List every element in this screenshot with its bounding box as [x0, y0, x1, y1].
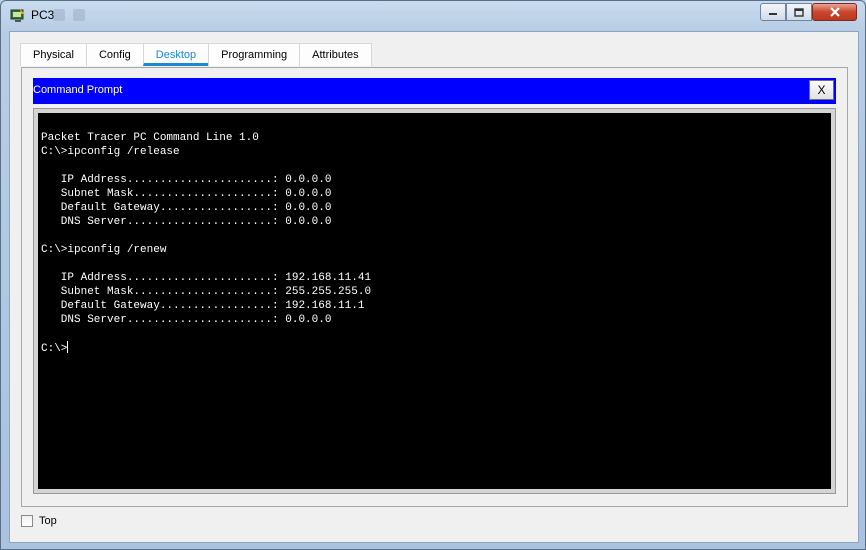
- tab-programming[interactable]: Programming: [208, 43, 301, 66]
- terminal-prompt: C:\>: [41, 343, 68, 355]
- pc3-window: PC3 Physical Config Desktop Programming …: [0, 0, 866, 550]
- tab-attributes[interactable]: Attributes: [299, 43, 372, 66]
- terminal-line: DNS Server......................: 0.0.0.…: [41, 216, 332, 228]
- terminal-line: Subnet Mask.....................: 255.25…: [41, 286, 372, 298]
- tab-desktop[interactable]: Desktop: [142, 43, 210, 66]
- maximize-icon: [794, 7, 804, 17]
- title-bar[interactable]: PC3: [1, 1, 865, 31]
- maximize-button[interactable]: [786, 3, 812, 21]
- tab-config[interactable]: Config: [85, 43, 144, 66]
- top-checkbox-label[interactable]: Top: [39, 515, 57, 527]
- command-prompt-title: Command Prompt: [33, 84, 123, 96]
- close-icon: [829, 7, 840, 17]
- minimize-button[interactable]: [760, 3, 786, 21]
- minimize-icon: [769, 13, 777, 15]
- terminal-line: Default Gateway.................: 192.16…: [41, 300, 365, 312]
- top-option: Top: [21, 515, 57, 527]
- terminal-line: Subnet Mask.....................: 0.0.0.…: [41, 188, 332, 200]
- terminal-frame: Packet Tracer PC Command Line 1.0 C:\>ip…: [33, 108, 836, 494]
- close-button[interactable]: [812, 3, 857, 21]
- window-client-area: Physical Config Desktop Programming Attr…: [9, 31, 859, 543]
- terminal-line: DNS Server......................: 0.0.0.…: [41, 314, 332, 326]
- tab-bar: Physical Config Desktop Programming Attr…: [20, 43, 372, 67]
- command-prompt-close-button[interactable]: X: [809, 80, 834, 100]
- terminal-line: IP Address......................: 192.16…: [41, 272, 372, 284]
- top-checkbox[interactable]: [21, 515, 33, 527]
- terminal-output[interactable]: Packet Tracer PC Command Line 1.0 C:\>ip…: [38, 113, 831, 489]
- command-prompt-header: Command Prompt X: [33, 78, 836, 104]
- window-title: PC3: [31, 8, 55, 22]
- pc-monitor-icon: [10, 9, 25, 22]
- text-cursor: [67, 341, 69, 353]
- titlebar-ghost-icons: [53, 9, 103, 23]
- terminal-line: IP Address......................: 0.0.0.…: [41, 174, 332, 186]
- terminal-line: Packet Tracer PC Command Line 1.0: [41, 132, 259, 144]
- terminal-line: C:\>ipconfig /renew: [41, 244, 167, 256]
- tab-physical[interactable]: Physical: [20, 43, 87, 66]
- terminal-line: C:\>ipconfig /release: [41, 146, 180, 158]
- desktop-tab-panel: Command Prompt X Packet Tracer PC Comman…: [21, 67, 848, 507]
- terminal-line: Default Gateway.................: 0.0.0.…: [41, 202, 332, 214]
